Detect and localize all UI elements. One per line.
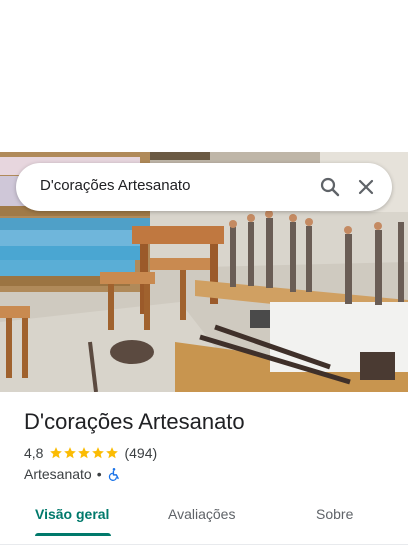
review-count[interactable]: (494) (124, 445, 157, 461)
category-row: Artesanato • (24, 465, 121, 483)
star-icon (64, 447, 77, 459)
search-input[interactable]: D'corações Artesanato (40, 177, 190, 194)
place-title: D'corações Artesanato (24, 409, 245, 434)
rating-value: 4,8 (24, 445, 44, 461)
rating-row[interactable]: 4,8 (494) (24, 444, 157, 462)
tab-avaliacoes[interactable]: Avaliações (168, 494, 235, 534)
search-icon[interactable] (318, 175, 342, 199)
star-icon (92, 447, 105, 459)
place-tabs: Visão geral Avaliações Sobre (0, 494, 408, 545)
wheelchair-icon (107, 467, 121, 481)
close-icon[interactable] (354, 175, 378, 199)
tab-visao-geral[interactable]: Visão geral (35, 494, 109, 534)
separator-dot: • (96, 466, 102, 482)
star-icon (78, 447, 91, 459)
star-rating (49, 446, 119, 460)
tab-sobre[interactable]: Sobre (316, 494, 353, 534)
star-icon (106, 447, 119, 459)
search-bar[interactable]: D'corações Artesanato (16, 163, 392, 211)
category-label: Artesanato (24, 466, 92, 482)
star-icon (50, 447, 63, 459)
active-tab-indicator (35, 533, 111, 536)
